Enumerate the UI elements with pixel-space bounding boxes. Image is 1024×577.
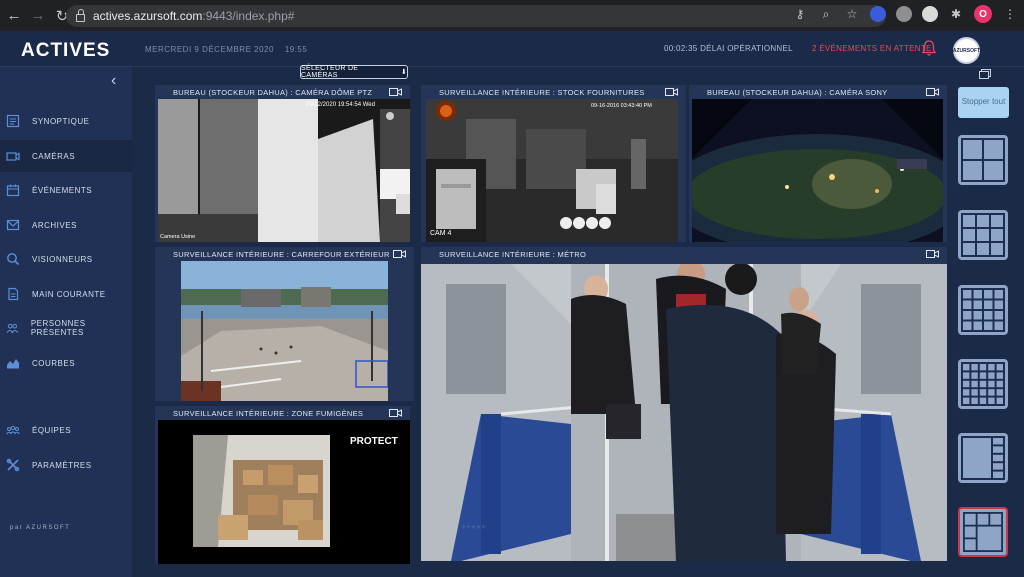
camera-tile-bureau-sony[interactable]: BUREAU (STOCKEUR DAHUA) : CAMÉRA SONY <box>689 85 947 242</box>
header-datetime: MERCREDI 9 DÉCEMBRE 2020 19:55 <box>145 45 308 54</box>
camera-icon[interactable] <box>393 250 406 258</box>
sidebar-item-equipes[interactable]: ÉQUIPES <box>0 414 132 446</box>
feed-office-grayscale: 09/12/2020 19:54:54 Wed Camera Usine <box>158 99 410 242</box>
zoom-icon[interactable]: ⌕ <box>818 6 834 22</box>
sidebar: ‹ SYNOPTIQUE CAMÉRAS ÉVÉNEMENTS ARCHIVES… <box>0 67 132 577</box>
sidebar-item-evenements[interactable]: ÉVÉNEMENTS <box>0 174 132 206</box>
people-icon <box>6 323 19 334</box>
brand-footer: par AZURSOFT <box>10 525 71 531</box>
collapse-sidebar-icon[interactable]: ‹ <box>111 72 116 90</box>
forward-icon[interactable]: → <box>28 6 48 26</box>
camera-icon <box>6 152 20 161</box>
camera-tile-carrefour-exterieur[interactable]: SURVEILLANCE INTÉRIEURE : CARREFOUR EXTÉ… <box>155 247 414 401</box>
sidebar-item-archives[interactable]: ARCHIVES <box>0 209 132 241</box>
feed-storage-room: 09-16-2016 03:43:40 PM CAM 4 <box>426 99 678 242</box>
sidebar-item-main-courante[interactable]: MAIN COURANTE <box>0 278 132 310</box>
camera-icon[interactable] <box>665 88 678 96</box>
extension-icon[interactable] <box>870 6 886 22</box>
user-avatar[interactable]: AZURSOFT <box>953 37 980 64</box>
settings-icon <box>6 458 20 472</box>
extension-icon[interactable] <box>922 6 938 22</box>
layout-4x4-button[interactable] <box>958 285 1008 335</box>
camera-icon[interactable] <box>926 250 939 258</box>
address-bar[interactable]: actives.azursoft.com:9443/index.php# <box>66 5 886 27</box>
camera-tile-bureau-dome-ptz[interactable]: BUREAU (STOCKEUR DAHUA) : CAMÉRA DÔME PT… <box>155 85 410 242</box>
feed-timestamp: 09/12/2020 19:54:54 Wed <box>306 102 375 108</box>
lock-icon <box>76 8 85 22</box>
camera-tile-zone-fumigenes[interactable]: SURVEILLANCE INTÉRIEURE : ZONE FUMIGÈNES… <box>155 406 410 564</box>
camera-tile-title: BUREAU (STOCKEUR DAHUA) : CAMÉRA DÔME PT… <box>173 87 373 97</box>
bell-icon[interactable] <box>921 39 937 57</box>
camera-feed: PROTECT <box>158 420 410 564</box>
grid-5x5-icon <box>961 362 1005 406</box>
logo[interactable]: ACTIVES <box>21 40 110 62</box>
protect-logo: PROTECT <box>350 436 398 447</box>
layout-1-plus-5-button[interactable] <box>958 433 1008 483</box>
camera-tile-title: SURVEILLANCE INTÉRIEURE : CARREFOUR EXTÉ… <box>173 249 390 259</box>
sidebar-item-parametres[interactable]: PARAMÈTRES <box>0 449 132 481</box>
feed-label: Camera Usine <box>160 234 195 240</box>
sidebar-item-cameras[interactable]: CAMÉRAS <box>0 140 132 172</box>
layout-3x3-button[interactable] <box>958 210 1008 260</box>
feed-city-intersection <box>181 261 388 401</box>
synoptic-icon <box>6 114 20 128</box>
sidebar-item-courbes[interactable]: COURBES <box>0 347 132 379</box>
operational-delay: 00:02:35 DÉLAI OPÉRATIONNEL <box>664 44 793 53</box>
feed-night-fisheye <box>692 99 943 242</box>
feed-timestamp: 09-16-2016 03:43:40 PM <box>591 103 652 109</box>
arrow-down-icon: ⬇ <box>400 69 407 76</box>
grid-2-plus-4-icon <box>963 512 1003 552</box>
camera-feed: ⁘⁘⁘⁘⁘ <box>421 264 947 561</box>
browser-toolbar: ← → ↻ actives.azursoft.com:9443/index.ph… <box>0 0 1024 31</box>
team-icon <box>6 425 20 435</box>
search-icon <box>7 253 20 266</box>
pending-events[interactable]: 2 ÉVÉNEMENTS EN ATTENTE <box>812 44 932 53</box>
camera-icon[interactable] <box>926 88 939 96</box>
camera-icon[interactable] <box>389 409 402 417</box>
sidebar-item-personnes-presentes[interactable]: PERSONNES PRÉSENTES <box>0 312 132 344</box>
stop-all-button[interactable]: Stopper tout <box>958 87 1009 118</box>
feed-warehouse-smoke: PROTECT <box>158 420 410 564</box>
layout-5x5-button[interactable] <box>958 359 1008 409</box>
profile-avatar[interactable]: O <box>974 5 992 23</box>
camera-feed: 09/12/2020 19:54:54 Wed Camera Usine <box>158 99 410 242</box>
camera-tile-stock-fournitures[interactable]: SURVEILLANCE INTÉRIEURE : STOCK FOURNITU… <box>421 85 686 242</box>
calendar-icon <box>6 184 20 197</box>
camera-feed: 09-16-2016 03:43:40 PM CAM 4 <box>426 99 678 242</box>
window-minimize-icon[interactable] <box>979 69 991 79</box>
puzzle-icon[interactable]: ✱ <box>948 6 964 22</box>
archive-icon <box>6 219 20 231</box>
camera-tile-title: SURVEILLANCE INTÉRIEURE : STOCK FOURNITU… <box>439 87 645 97</box>
extension-icon[interactable] <box>896 6 912 22</box>
camera-tile-title: BUREAU (STOCKEUR DAHUA) : CAMÉRA SONY <box>707 87 888 97</box>
camera-selector-button[interactable]: SÉLECTEUR DE CAMÉRAS ⬇ <box>300 65 408 79</box>
star-icon[interactable]: ☆ <box>844 6 860 22</box>
sidebar-item-visionneurs[interactable]: VISIONNEURS <box>0 243 132 275</box>
feed-metro-car: ⁘⁘⁘⁘⁘ <box>421 264 947 561</box>
grid-1-plus-5-icon <box>961 436 1005 480</box>
layout-2-plus-4-button[interactable] <box>958 507 1008 557</box>
sidebar-item-synoptique[interactable]: SYNOPTIQUE <box>0 105 132 137</box>
feed-watermark: ⁘⁘⁘⁘⁘ <box>461 525 486 531</box>
app-header: ACTIVES MERCREDI 9 DÉCEMBRE 2020 19:55 0… <box>0 31 1024 67</box>
grid-3x3-icon <box>961 213 1005 257</box>
camera-icon[interactable] <box>389 88 402 96</box>
feed-label: CAM 4 <box>430 230 452 237</box>
grid-2x2-icon <box>961 138 1005 182</box>
document-icon <box>8 287 19 301</box>
chart-icon <box>7 359 19 369</box>
camera-tile-metro[interactable]: SURVEILLANCE INTÉRIEURE : MÉTRO ⁘⁘⁘⁘⁘ <box>421 247 947 561</box>
key-icon[interactable]: ⚷ <box>792 6 808 22</box>
back-icon[interactable]: ← <box>4 6 24 26</box>
url-text: actives.azursoft.com:9443/index.php# <box>93 9 295 23</box>
grid-4x4-icon <box>961 288 1005 332</box>
camera-tile-title: SURVEILLANCE INTÉRIEURE : MÉTRO <box>439 249 587 259</box>
camera-feed <box>692 99 943 242</box>
camera-tile-title: SURVEILLANCE INTÉRIEURE : ZONE FUMIGÈNES <box>173 408 364 418</box>
layout-2x2-button[interactable] <box>958 135 1008 185</box>
camera-feed <box>181 261 388 401</box>
menu-dots-icon[interactable]: ⋮ <box>1002 6 1018 22</box>
